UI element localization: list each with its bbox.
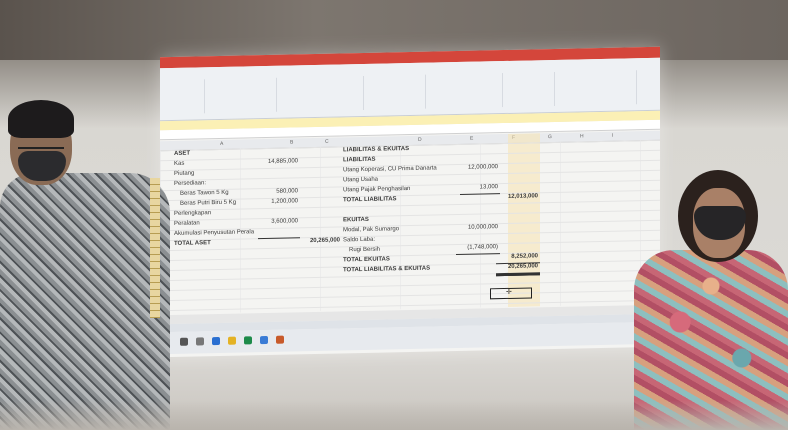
beras-putri-label: Beras Putri Biru 5 Kg — [180, 199, 237, 207]
rugi-bersih-label: Rugi Bersih — [349, 246, 381, 254]
powerpoint-taskbar-icon — [276, 335, 284, 344]
modal-label: Modal, Pak Sumargo — [343, 226, 400, 234]
alignment-group — [278, 75, 364, 112]
aset-header: ASET — [174, 150, 191, 157]
utang-pajak-value: 13,000 — [479, 184, 498, 191]
perlengkapan-label: Perlengkapan — [174, 210, 212, 217]
rugi-bersih-value: (1,748,000) — [467, 244, 498, 251]
edge-icon — [212, 336, 220, 346]
beras-tawon-value: 580,000 — [276, 188, 298, 195]
liabilitas-header: LIABILITAS — [343, 156, 376, 164]
col-c: C — [325, 138, 329, 145]
total-aset-label: TOTAL ASET — [174, 240, 211, 247]
total-aset-value: 20,265,000 — [309, 237, 340, 245]
back-wall — [0, 0, 788, 60]
col-b: B — [290, 139, 294, 146]
photo-scene: A B C D E F G H I ASET Kas 14,885,000 Pi… — [0, 0, 788, 430]
col-d: D — [418, 136, 422, 143]
floor-shadow — [0, 400, 788, 430]
hair-left — [8, 100, 74, 138]
total-liabilitas-value: 12,013,000 — [507, 193, 538, 200]
col-h: H — [580, 133, 584, 140]
modal-value: 10,000,000 — [467, 224, 498, 231]
editing-group — [556, 70, 637, 106]
col-a: A — [220, 140, 224, 147]
number-group — [365, 74, 426, 110]
col-i: I — [612, 132, 614, 139]
kas-label: Kas — [174, 160, 185, 167]
beras-putri-value: 1,200,000 — [271, 198, 298, 205]
kas-value: 14,885,000 — [267, 158, 298, 165]
total-liabilitas-label: TOTAL LIABILITAS — [343, 196, 397, 204]
task-view-icon — [196, 337, 204, 346]
folder-icon — [228, 336, 236, 345]
font-group — [206, 77, 277, 114]
utang-koperasi-value: 12,000,000 — [467, 164, 498, 171]
presenter-left — [0, 95, 175, 430]
selected-cell[interactable] — [490, 287, 532, 300]
search-icon — [180, 337, 188, 346]
peralatan-value: 3,600,000 — [271, 218, 298, 225]
ruler — [150, 178, 160, 318]
styles-group — [427, 73, 503, 109]
saldo-laba-label: Saldo Laba: — [343, 236, 376, 244]
ekuitas-header: EKUITAS — [343, 216, 369, 224]
presenter-right — [630, 160, 788, 430]
beras-tawon-label: Beras Tawon 5 Kg — [180, 189, 229, 197]
cells-group — [504, 71, 555, 108]
peralatan-label: Peralatan — [174, 220, 200, 227]
total-le-value: 20,265,000 — [507, 263, 538, 270]
word-taskbar-icon — [260, 335, 268, 345]
piutang-label: Piutang — [174, 170, 195, 177]
col-g: G — [548, 134, 552, 141]
persediaan-label: Persediaan: — [174, 180, 207, 187]
total-ekuitas-label: TOTAL EKUITAS — [343, 256, 390, 264]
projected-spreadsheet: A B C D E F G H I ASET Kas 14,885,000 Pi… — [160, 46, 660, 358]
utang-usaha-label: Utang Usaha — [343, 176, 379, 184]
excel-taskbar-icon — [244, 336, 252, 345]
col-e: E — [470, 135, 474, 142]
patterned-shirt — [0, 173, 170, 430]
total-ekuitas-value: 8,252,000 — [511, 253, 538, 260]
